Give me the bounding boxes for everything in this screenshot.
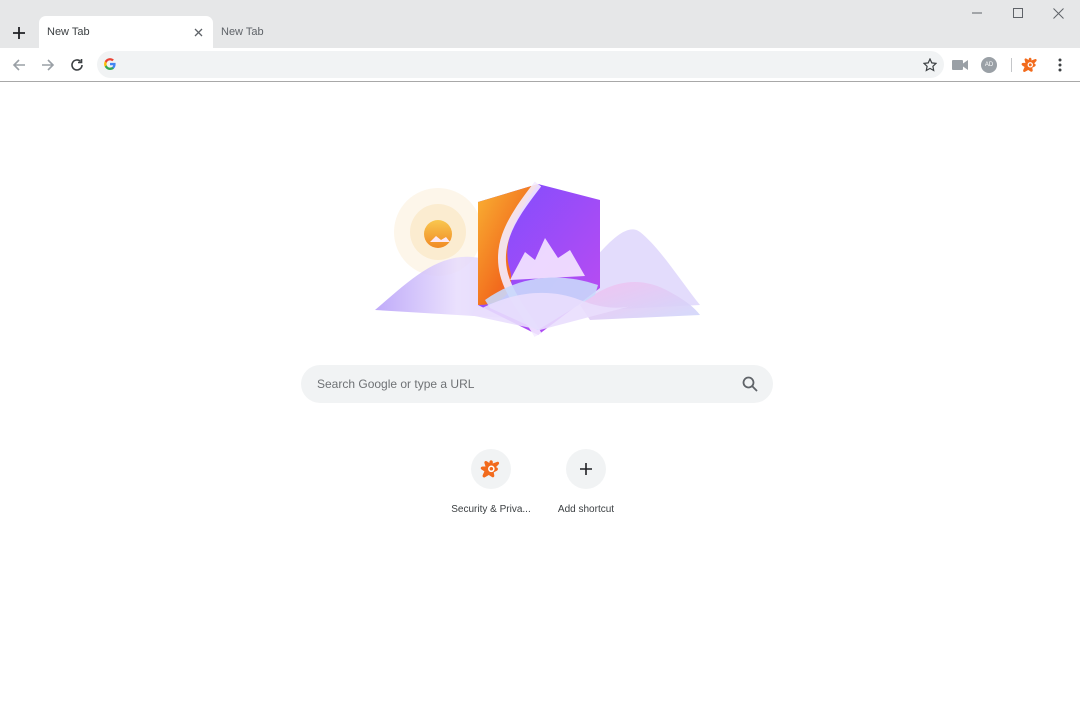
toolbar: AD	[0, 48, 1080, 82]
back-button[interactable]	[6, 52, 32, 78]
omnibox[interactable]	[97, 51, 944, 78]
tab-new-tab-inactive[interactable]: New Tab	[213, 16, 333, 48]
title-bar: New Tab New Tab	[0, 0, 1080, 48]
bookmark-button[interactable]	[919, 54, 940, 75]
search-input[interactable]	[317, 365, 727, 403]
video-extension-button[interactable]	[948, 53, 972, 77]
more-menu-icon	[1058, 58, 1062, 72]
google-icon	[104, 58, 116, 70]
reload-button[interactable]	[64, 52, 90, 78]
shortcut-tile	[471, 449, 511, 489]
shortcut-tile	[566, 449, 606, 489]
omnibox-input[interactable]	[125, 51, 905, 78]
forward-button[interactable]	[35, 52, 61, 78]
shortcut-add[interactable]: Add shortcut	[538, 449, 634, 525]
bookmark-star-icon	[922, 57, 937, 72]
shortcut-label: Add shortcut	[557, 504, 615, 515]
tab-title: New Tab	[47, 26, 90, 38]
close-icon	[1052, 7, 1064, 19]
tab-title: New Tab	[221, 26, 264, 38]
profile-avatar-button[interactable]: AD	[977, 53, 1001, 77]
avast-icon	[480, 460, 500, 478]
close-icon	[194, 28, 202, 36]
minimize-button[interactable]	[957, 0, 997, 26]
shortcut-security-privacy[interactable]: Security & Priva...	[443, 449, 539, 525]
plus-icon	[13, 27, 25, 39]
avast-extension-button[interactable]	[1018, 53, 1042, 77]
maximize-icon	[1013, 8, 1023, 18]
avast-extension-icon	[1021, 57, 1037, 72]
forward-icon	[42, 59, 55, 71]
toolbar-separator	[1011, 58, 1012, 72]
maximize-button[interactable]	[998, 0, 1038, 26]
search-box[interactable]	[301, 365, 773, 403]
new-tab-button[interactable]	[6, 20, 32, 46]
plus-icon	[580, 463, 592, 475]
avatar-initials: AD	[984, 62, 994, 68]
video-icon	[952, 60, 968, 70]
shortcut-label: Security & Priva...	[451, 504, 531, 515]
minimize-icon	[972, 12, 982, 14]
chrome-menu-button[interactable]	[1048, 53, 1072, 77]
search-icon[interactable]	[741, 375, 759, 393]
tab-close-button[interactable]	[191, 25, 205, 39]
reload-icon	[71, 59, 83, 71]
back-icon	[12, 59, 25, 71]
new-tab-hero-illustration	[375, 181, 700, 337]
tab-new-tab-active[interactable]: New Tab	[39, 16, 213, 48]
close-window-button[interactable]	[1038, 0, 1078, 26]
